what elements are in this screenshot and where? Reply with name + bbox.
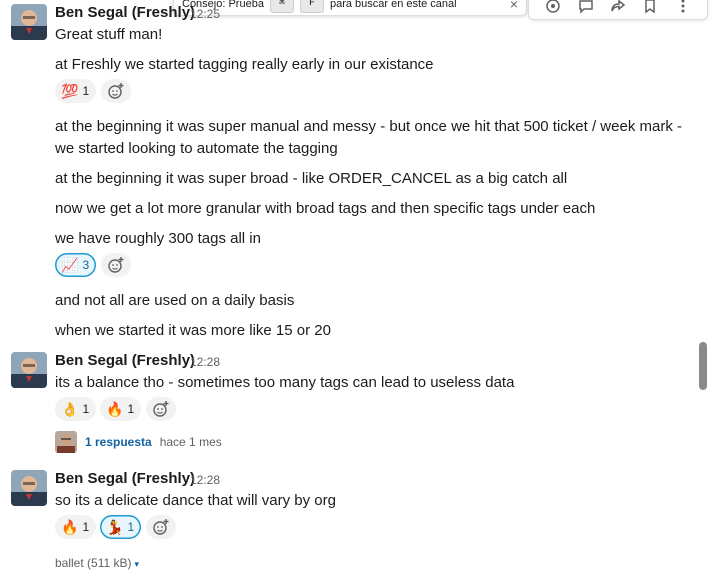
scrollbar-thumb[interactable]	[699, 342, 707, 390]
bookmark-icon[interactable]	[641, 0, 659, 15]
message-author[interactable]: Ben Segal (Freshly)	[55, 3, 195, 23]
thread-last-reply-time: hace 1 mes	[159, 435, 222, 449]
add-reaction-button[interactable]	[101, 253, 131, 277]
add-reaction-icon	[108, 83, 124, 99]
message-author[interactable]: Ben Segal (Freshly)	[55, 351, 195, 371]
message-author[interactable]: Ben Segal (Freshly)	[55, 469, 195, 489]
message-timestamp[interactable]: 12:25	[190, 4, 220, 24]
reaction-chart[interactable]: 📈 3	[55, 253, 96, 277]
avatar[interactable]	[11, 352, 47, 388]
add-reaction-button[interactable]	[146, 397, 176, 421]
hundred-icon: 💯	[61, 83, 79, 99]
reaction-count: 1	[82, 84, 90, 98]
message-text: its a balance tho - sometimes too many t…	[55, 374, 515, 391]
reaction-fire[interactable]: 🔥 1	[55, 515, 96, 539]
reaction-count: 1	[127, 520, 135, 534]
reaction-icon[interactable]	[544, 0, 562, 15]
message-text: at Freshly we started tagging really ear…	[55, 56, 434, 73]
message-text: now we get a lot more granular with broa…	[55, 200, 596, 217]
message-text: and not all are used on a daily basis	[55, 292, 295, 309]
reaction-ok-hand[interactable]: 👌 1	[55, 397, 96, 421]
reply-avatar	[55, 431, 77, 453]
message-text: we started looking to automate the taggi…	[55, 140, 338, 157]
message-text: at the beginning it was super manual and…	[55, 118, 682, 135]
message-text: we have roughly 300 tags all in	[55, 230, 261, 247]
file-name[interactable]: ballet (511 kB)	[55, 556, 131, 570]
reaction-count: 1	[82, 520, 90, 534]
avatar[interactable]	[11, 4, 47, 40]
add-reaction-button[interactable]	[101, 79, 131, 103]
f-key: F	[299, 0, 324, 13]
fire-icon: 🔥	[106, 401, 124, 417]
reaction-count: 3	[82, 258, 90, 272]
more-actions-icon[interactable]	[674, 0, 692, 15]
message-text: at the beginning it was super broad - li…	[55, 170, 568, 187]
add-reaction-icon	[153, 401, 169, 417]
message-text: Great stuff man!	[55, 26, 163, 43]
message-timestamp[interactable]: 12:28	[190, 470, 220, 490]
ok-hand-icon: 👌	[61, 401, 79, 417]
reaction-hundred[interactable]: 💯 1	[55, 79, 96, 103]
reaction-dancer[interactable]: 💃 1	[100, 515, 141, 539]
thread-replies-row[interactable]: 1 respuesta hace 1 mes	[55, 431, 222, 453]
chart-increasing-icon: 📈	[61, 257, 79, 273]
chevron-down-icon[interactable]: ▾	[134, 559, 139, 569]
dancer-icon: 💃	[106, 519, 124, 535]
reply-thread-icon[interactable]	[577, 0, 595, 15]
close-icon[interactable]: ×	[510, 0, 518, 12]
message-text: so its a delicate dance that will vary b…	[55, 492, 336, 509]
add-reaction-button[interactable]	[146, 515, 176, 539]
avatar[interactable]	[11, 470, 47, 506]
tip-suffix: para buscar en este canal	[329, 0, 457, 10]
cmd-key: ⌘	[269, 0, 294, 13]
message-actions-toolbar	[528, 0, 708, 20]
add-reaction-icon	[153, 519, 169, 535]
fire-icon: 🔥	[61, 519, 79, 535]
add-reaction-icon	[108, 257, 124, 273]
share-icon[interactable]	[609, 0, 627, 15]
file-attachment[interactable]: ballet (511 kB) ▾	[55, 554, 139, 573]
reaction-count: 1	[82, 402, 90, 416]
thread-replies-link[interactable]: 1 respuesta	[85, 435, 152, 449]
message-text: when we started it was more like 15 or 2…	[55, 322, 331, 339]
search-tip-banner: Consejo: Prueba ⌘ F para buscar en este …	[173, 0, 527, 16]
reaction-count: 1	[127, 402, 135, 416]
message-timestamp[interactable]: 12:28	[190, 352, 220, 372]
reaction-fire[interactable]: 🔥 1	[100, 397, 141, 421]
